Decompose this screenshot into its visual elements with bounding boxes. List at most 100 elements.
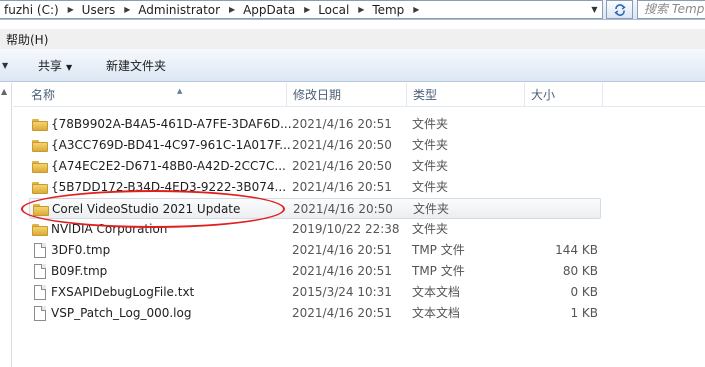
chevron-right-icon[interactable]: ▶ (225, 1, 239, 18)
file-icon (32, 261, 50, 282)
breadcrumb-local[interactable]: Local ▶ (314, 1, 368, 18)
file-date: 2015/3/24 10:31 (292, 285, 392, 299)
address-bar-row: fuzhi (C:) ▶ Users ▶ Administrator ▶ AppDat… (0, 0, 705, 20)
file-size: 0 KB (570, 285, 598, 299)
refresh-button[interactable] (606, 0, 633, 19)
file-type: 文件夹 (412, 159, 449, 173)
breadcrumb-users[interactable]: Users ▶ (78, 1, 135, 18)
menu-help[interactable]: 帮助(H) (6, 31, 48, 48)
file-size (512, 177, 598, 198)
navigation-pane-edge: ▲ (0, 83, 12, 367)
file-size (512, 156, 598, 177)
file-name: Corel VideoStudio 2021 Update (52, 202, 241, 216)
column-header-size[interactable]: 大小 (525, 83, 603, 107)
file-date: 2021/4/16 20:51 (292, 117, 392, 131)
sort-ascending-icon: ▲ (177, 87, 183, 95)
folder-icon (32, 156, 50, 177)
file-list-row[interactable]: {A3CC769D-BD41-4C97-961C-1A017F... 2021/4… (29, 135, 601, 156)
file-size (512, 219, 598, 240)
file-icon (32, 282, 50, 303)
breadcrumb-label: Local (318, 2, 350, 17)
file-date: 2021/4/16 20:51 (292, 264, 392, 278)
file-size: 1 KB (570, 306, 598, 320)
breadcrumb-appdata[interactable]: AppData ▶ (239, 1, 314, 18)
folder-icon (32, 177, 50, 198)
file-type: TMP 文件 (412, 243, 465, 257)
file-list-row[interactable]: Corel VideoStudio 2021 Update 2021/4/16 2… (29, 198, 601, 219)
breadcrumb-temp[interactable]: Temp ▶ (368, 1, 423, 18)
menu-bar: 帮助(H) (0, 29, 705, 49)
breadcrumb-label: fuzhi (C:) (4, 2, 59, 17)
file-type: 文件夹 (412, 117, 449, 131)
chevron-right-icon[interactable]: ▶ (354, 1, 368, 18)
file-date: 2021/4/16 20:51 (292, 243, 392, 257)
scroll-up-icon[interactable]: ▲ (1, 87, 7, 96)
folder-icon (32, 219, 50, 240)
file-type: 文本文档 (412, 285, 461, 299)
file-list-row[interactable]: FXSAPIDebugLogFile.txt 2015/3/24 10:31 文本文… (29, 282, 601, 303)
file-type: 文件夹 (413, 202, 450, 216)
file-type: 文本文档 (412, 306, 461, 320)
file-name: NVIDIA Corporation (51, 222, 168, 236)
file-size (513, 199, 599, 220)
share-label: 共享 (38, 59, 63, 73)
file-name: FXSAPIDebugLogFile.txt (51, 285, 195, 299)
file-size (512, 135, 598, 156)
file-date: 2021/4/16 20:50 (292, 138, 392, 152)
file-name: 3DF0.tmp (51, 243, 111, 257)
new-folder-button[interactable]: 新建文件夹 (106, 57, 166, 74)
file-size (512, 114, 598, 135)
breadcrumb-label: AppData (243, 2, 296, 17)
column-header-row: 名称 ▲ 修改日期 类型 大小 (13, 83, 705, 107)
column-header-date[interactable]: 修改日期 (287, 83, 407, 107)
file-list-row[interactable]: 3DF0.tmp 2021/4/16 20:51 TMP 文件 144 KB (29, 240, 601, 261)
file-date: 2021/4/16 20:51 (292, 306, 392, 320)
file-name: {5B7DD172-B34D-4ED3-9222-3B074... (51, 180, 287, 194)
file-date: 2021/4/16 20:51 (292, 180, 392, 194)
chevron-right-icon[interactable]: ▶ (300, 1, 314, 18)
chevron-right-icon[interactable]: ▶ (64, 1, 78, 18)
file-list-row[interactable]: {5B7DD172-B34D-4ED3-9222-3B074... 2021/4/… (29, 177, 601, 198)
file-size: 80 KB (562, 264, 598, 278)
breadcrumb-label: Users (81, 2, 116, 17)
refresh-icon (613, 3, 626, 16)
file-name: {A74EC2E2-D671-48B0-A42D-2CC7C... (51, 159, 286, 173)
address-bar[interactable]: fuzhi (C:) ▶ Users ▶ Administrator ▶ AppDat… (0, 0, 603, 19)
share-button[interactable]: 共享 ▼ (38, 57, 72, 74)
folder-icon (32, 135, 50, 156)
file-type: 文件夹 (412, 138, 449, 152)
file-icon (32, 240, 50, 261)
file-list-row[interactable]: {A74EC2E2-D671-48B0-A42D-2CC7C... 2021/4/… (29, 156, 601, 177)
file-type: 文件夹 (412, 222, 449, 236)
breadcrumb-administrator[interactable]: Administrator ▶ (134, 1, 239, 18)
file-type: 文件夹 (412, 180, 449, 194)
file-name: {A3CC769D-BD41-4C97-961C-1A017F... (51, 138, 291, 152)
file-type: TMP 文件 (412, 264, 465, 278)
file-name: B09F.tmp (51, 264, 108, 278)
column-header-name[interactable]: 名称 ▲ (25, 83, 287, 107)
chevron-down-icon: ▼ (66, 63, 73, 72)
chevron-down-icon[interactable]: ▼ (2, 61, 8, 70)
search-input[interactable]: 搜索 Temp (637, 0, 705, 19)
file-icon (32, 303, 50, 324)
breadcrumb-label: Temp (372, 2, 405, 17)
chevron-right-icon[interactable]: ▶ (409, 1, 423, 18)
address-dropdown-icon[interactable]: ▼ (587, 0, 602, 18)
breadcrumb-fuzhi[interactable]: fuzhi (C:) ▶ (0, 1, 78, 18)
file-date: 2021/4/16 20:50 (293, 202, 393, 216)
folder-icon (32, 114, 50, 135)
chevron-right-icon[interactable]: ▶ (120, 1, 134, 18)
file-list-row[interactable]: NVIDIA Corporation 2019/10/22 22:38 文件夹 (29, 219, 601, 240)
command-bar: ▼ 共享 ▼ 新建文件夹 (0, 49, 705, 82)
file-name: VSP_Patch_Log_000.log (51, 306, 192, 320)
file-list-row[interactable]: VSP_Patch_Log_000.log 2021/4/16 20:51 文本文档… (29, 303, 601, 324)
file-name: {78B9902A-B4A5-461D-A7FE-3DAF6D... (51, 117, 291, 131)
breadcrumb-label: Administrator (138, 2, 221, 17)
column-label: 名称 (31, 88, 56, 102)
column-header-type[interactable]: 类型 (407, 83, 525, 107)
file-date: 2019/10/22 22:38 (292, 222, 400, 236)
file-list-row[interactable]: B09F.tmp 2021/4/16 20:51 TMP 文件 80 KB (29, 261, 601, 282)
file-date: 2021/4/16 20:50 (292, 159, 392, 173)
file-list-row[interactable]: {78B9902A-B4A5-461D-A7FE-3DAF6D... 2021/4… (29, 114, 601, 135)
file-size: 144 KB (555, 243, 598, 257)
